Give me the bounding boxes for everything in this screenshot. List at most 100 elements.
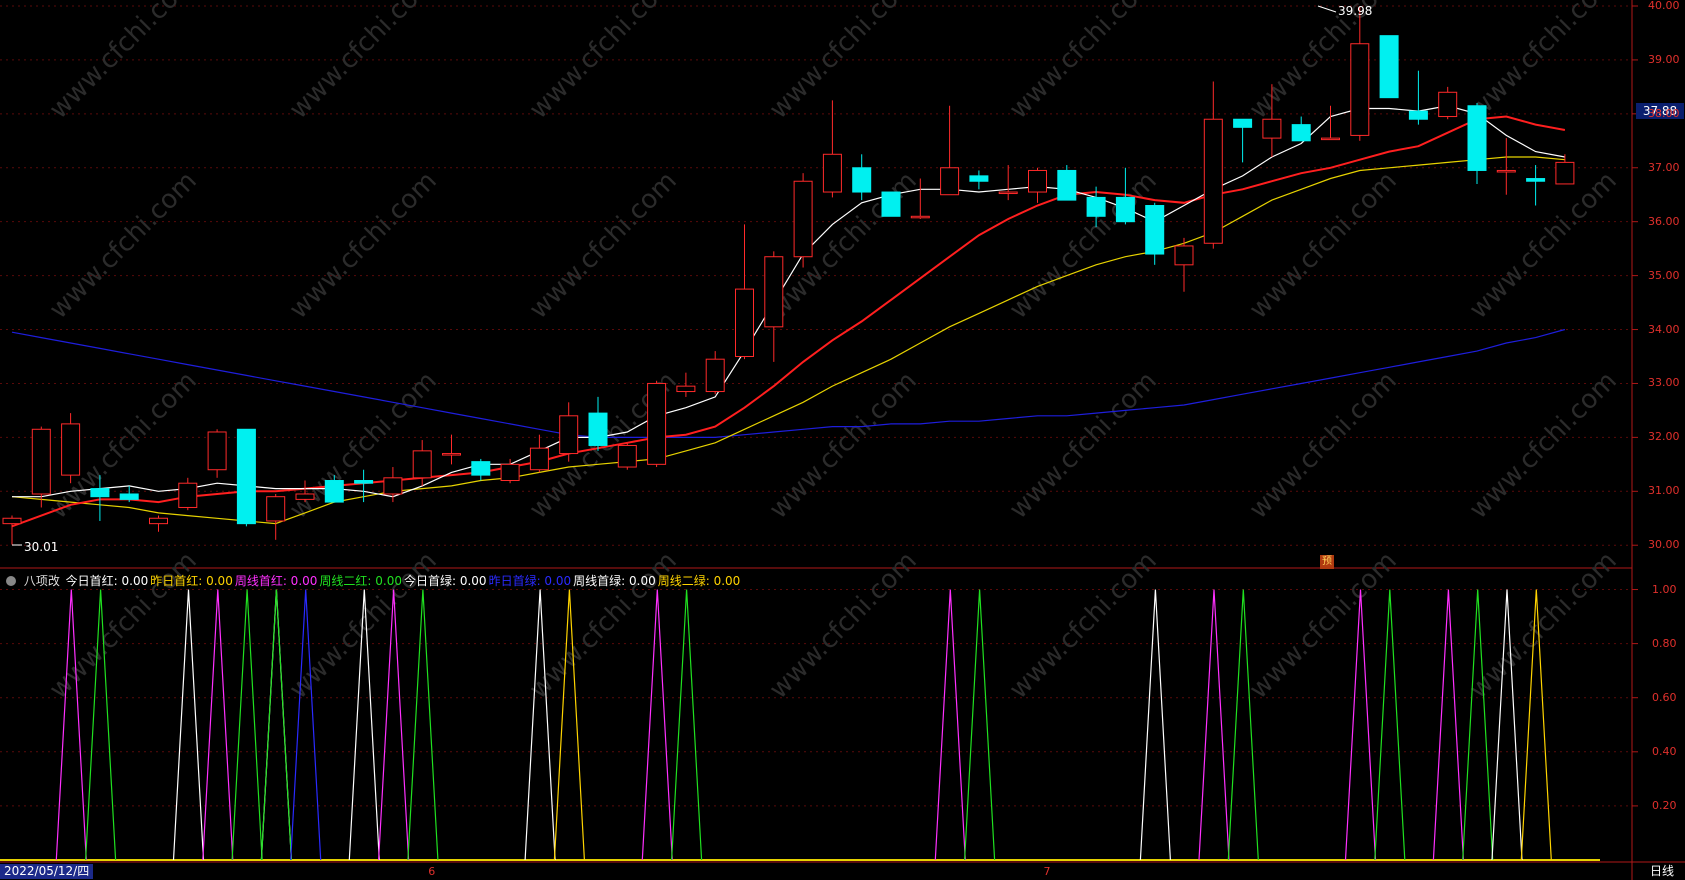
candle-body (822, 153, 842, 193)
indicator-spike (1198, 589, 1230, 861)
candle-body (940, 167, 960, 196)
indicator-tick-label: 0.60 (1652, 690, 1677, 704)
candle-body (1028, 169, 1047, 193)
watermark-text: www.cfchi.com (524, 0, 683, 125)
legend-item: 周线二绿: 0.00 (657, 574, 741, 588)
candle-body (61, 423, 81, 476)
indicator-spike (55, 589, 87, 861)
watermark-text: www.cfchi.com (1004, 546, 1163, 705)
candle-body (236, 428, 256, 525)
high-price-label: 39.98 (1338, 4, 1373, 18)
candle-body (90, 488, 110, 498)
candle-body (910, 215, 930, 219)
price-tick-label: 37.00 (1648, 160, 1680, 174)
indicator-spike (934, 589, 966, 861)
candle-body (383, 477, 403, 495)
candle-body (1526, 178, 1546, 182)
price-tick-label: 39.00 (1648, 52, 1680, 66)
candle-body (852, 167, 872, 193)
watermark-text: www.cfchi.com (1244, 546, 1403, 705)
legend-item: 昨日首红: 0.00 (150, 574, 233, 588)
candle-body (1057, 169, 1077, 201)
candle-body (1379, 35, 1399, 99)
candle-body (1496, 169, 1516, 173)
candle-body (559, 415, 579, 455)
watermark-text: www.cfchi.com (284, 166, 443, 325)
indicator-tick-label: 0.20 (1652, 798, 1677, 812)
high-callout-line (1317, 5, 1337, 13)
price-tick-label: 34.00 (1648, 322, 1680, 336)
indicator-spike (671, 589, 703, 861)
indicator-spike (1432, 589, 1464, 861)
candle-body (1291, 124, 1311, 142)
candle-body (1408, 110, 1428, 120)
candle-body (676, 385, 696, 393)
candle-body (1467, 105, 1487, 171)
candle-body (2, 517, 22, 525)
indicator-tick-label: 0.80 (1652, 636, 1677, 650)
candle-body (1086, 196, 1106, 217)
indicator-tick-label: 1.00 (1652, 582, 1677, 596)
candle-body (1233, 118, 1253, 128)
candle-body (207, 431, 227, 471)
watermark-text: www.cfchi.com (1004, 0, 1163, 125)
low-price-label: 30.01 (24, 540, 59, 554)
indicator-legend: 八项改 今日首红: 0.00 昨日首红: 0.00 周线首红: 0.00 周线二红: … (4, 572, 744, 590)
indicator-spike (1374, 589, 1406, 861)
candle-body (500, 463, 520, 482)
period-button[interactable]: 日线 (1640, 864, 1684, 879)
candle-body (1145, 205, 1165, 255)
legend-item: 周线二红: 0.00 (319, 574, 402, 588)
price-tick-label: 36.00 (1648, 214, 1680, 228)
indicator-spike (1139, 589, 1171, 861)
settings-icon[interactable] (6, 576, 16, 586)
candle-body (1115, 196, 1135, 223)
watermark-text: www.cfchi.com (524, 166, 683, 325)
indicator-spike (641, 589, 673, 861)
candle-body (529, 447, 549, 471)
watermark-text: www.cfchi.com (1464, 166, 1623, 325)
watermark-text: www.cfchi.com (1464, 366, 1623, 525)
indicator-spike (260, 589, 292, 861)
candle-body (1438, 91, 1458, 118)
watermark-text: www.cfchi.com (44, 546, 203, 705)
indicator-spike (172, 589, 205, 861)
price-tick-label: 32.00 (1648, 430, 1680, 444)
price-tick-label: 35.00 (1648, 268, 1680, 282)
watermark-text: www.cfchi.com (1004, 366, 1163, 525)
chart-canvas: www.cfchi.com www.cfchi.com www.cfchi.com w… (0, 0, 1685, 880)
legend-item: 周线首绿: 0.00 (573, 574, 656, 588)
candle-body (1203, 118, 1223, 244)
indicator-spike (378, 589, 410, 861)
candle-body (1555, 161, 1575, 185)
candle-body (793, 180, 813, 258)
legend-item: 昨日首绿: 0.00 (488, 574, 572, 588)
candle-body (764, 256, 784, 328)
price-tick-label: 33.00 (1648, 376, 1680, 390)
candle-body (149, 517, 168, 525)
candle-body (969, 175, 989, 182)
candle-body (1262, 118, 1282, 139)
watermark-text: www.cfchi.com (284, 0, 443, 125)
indicator-spike (1462, 589, 1494, 861)
legend-item: 周线首红: 0.00 (234, 574, 318, 588)
candle-body (354, 480, 374, 484)
candle-body (119, 493, 139, 500)
indicator-tick-label: 0.40 (1652, 744, 1677, 758)
indicator-spike (202, 589, 234, 861)
price-tick-label: 40.00 (1648, 0, 1680, 12)
legend-item: 今日首红: 0.00 (65, 574, 149, 588)
watermark-text: www.cfchi.com (1464, 546, 1623, 705)
indicator-spike (260, 589, 292, 861)
candle-body (266, 496, 286, 522)
indicator-spike (231, 589, 263, 861)
indicator-legend-items: 今日首红: 0.00 昨日首红: 0.00 周线首红: 0.00 周线二红: 0.00… (66, 574, 743, 588)
watermark-text: www.cfchi.com (1004, 166, 1163, 325)
candle-body (647, 382, 667, 465)
candle-body (1174, 245, 1194, 266)
candle-body (295, 493, 315, 500)
price-tick-label: 30.00 (1648, 538, 1680, 552)
candle-body (735, 288, 754, 357)
date-readout: 2022/05/12/四 (0, 864, 94, 879)
candle-body (471, 461, 491, 476)
